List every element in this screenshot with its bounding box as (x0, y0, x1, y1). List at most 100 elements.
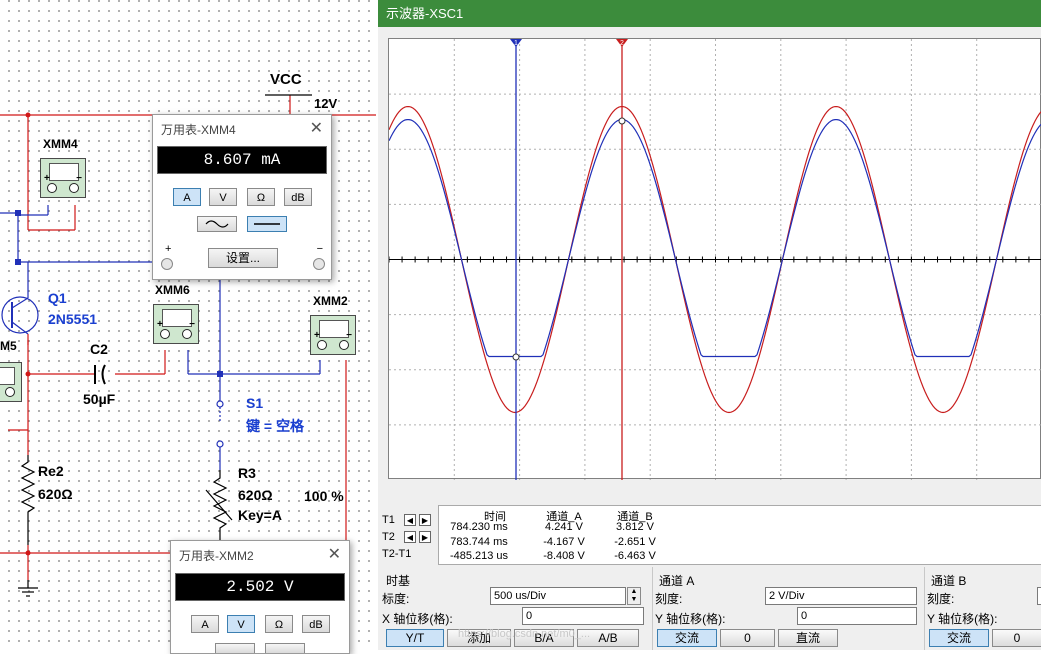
channel-a-ypos-input[interactable]: 0 (797, 607, 917, 625)
watermark-text: https://blog.csdn.net/m0_... (458, 628, 591, 640)
xmm5-meter-symbol[interactable] (0, 362, 22, 402)
mode-voltmeter-button[interactable]: V (209, 188, 237, 206)
terminal-icon (160, 329, 170, 339)
re2-name-label: Re2 (38, 463, 64, 479)
c2-value-label: 50µF (83, 391, 116, 407)
q1-name-label: Q1 (48, 290, 67, 306)
t2t1-time: -485.213 us (449, 550, 509, 562)
terminal-icon (47, 183, 57, 193)
oscilloscope-window[interactable]: 示波器-XSC1 1 2 T1 T2 T2-T1 ◀ ▶ ◀ ▶ 时间 通道_A… (378, 0, 1041, 650)
oscilloscope-screen[interactable]: 1 2 (388, 38, 1041, 480)
r3-name-label: R3 (238, 465, 256, 481)
r3-value-label: 620Ω (238, 487, 273, 503)
close-icon[interactable]: ✕ (310, 118, 323, 138)
t2-time: 783.744 ms (450, 536, 508, 548)
meter-display: 2.502 V (175, 573, 345, 601)
channel-a-zero-button[interactable]: 0 (720, 629, 775, 647)
vcc-label: VCC (270, 71, 302, 88)
t1-left-arrow-icon[interactable]: ◀ (404, 514, 416, 526)
channel-a-section: 通道 A 刻度: 2 V/Div Y 轴位移(格): 0 交流 0 直流 (652, 567, 923, 650)
re2-value-label: 620Ω (38, 486, 73, 502)
r3-percent-label: 100 % (304, 488, 344, 504)
channel-a-ac-button[interactable]: 交流 (657, 629, 717, 647)
channel-b-scale-input[interactable] (1037, 587, 1041, 605)
mode-ammeter-button[interactable]: A (191, 615, 219, 633)
t2t1-channel-b: -6.463 V (614, 550, 656, 562)
cursor-readout-panel: T1 T2 T2-T1 ◀ ▶ ◀ ▶ 时间 通道_A 通道_B 784.230… (378, 489, 1041, 567)
xmm4-meter-symbol[interactable]: + − (40, 158, 86, 198)
xmm6-meter-symbol[interactable]: + − (153, 304, 199, 344)
meter-gauge-icon (319, 320, 349, 338)
positive-terminal-label: + (165, 243, 172, 255)
channel-a-scale-label: 刻度: (655, 592, 683, 606)
t2t1-row-label: T2-T1 (382, 548, 412, 560)
t1-right-arrow-icon[interactable]: ▶ (419, 514, 431, 526)
terminal-icon (317, 340, 327, 350)
mode-ammeter-button[interactable]: A (173, 188, 201, 206)
xmm6-label: XMM6 (155, 283, 190, 297)
channel-b-scale-label: 刻度: (927, 592, 955, 606)
s1-key-label: 键 = 空格 (246, 418, 304, 434)
channel-b-zero-button[interactable]: 0 (992, 629, 1041, 647)
channel-b-ac-button[interactable]: 交流 (929, 629, 989, 647)
t1-channel-a: 4.241 V (545, 521, 583, 533)
meter-gauge-icon (0, 367, 15, 385)
yt-mode-button[interactable]: Y/T (386, 629, 444, 647)
timebase-scale-label: 标度: (382, 592, 410, 606)
q1-part-label: 2N5551 (48, 311, 98, 327)
oscilloscope-title-bar[interactable]: 示波器-XSC1 (378, 0, 1041, 27)
timebase-xpos-label: X 轴位移(格): (382, 612, 453, 626)
multimeter-xmm2-dialog[interactable]: 万用表-XMM2 ✕ 2.502 V A V Ω dB (170, 540, 350, 654)
t2t1-channel-a: -8.408 V (543, 550, 585, 562)
settings-button[interactable]: 设置... (208, 248, 278, 268)
dc-mode-button[interactable] (247, 216, 287, 232)
xmm4-label: XMM4 (43, 137, 78, 151)
channel-b-section: 通道 B 刻度: Y 轴位移(格): 交流 0 (924, 567, 1041, 650)
meter-gauge-icon (49, 163, 79, 181)
mode-db-button[interactable]: dB (284, 188, 312, 206)
terminal-icon (69, 183, 79, 193)
channel-a-ypos-label: Y 轴位移(格): (655, 612, 726, 626)
ac-mode-button[interactable] (197, 216, 237, 232)
mode-voltmeter-button[interactable]: V (227, 615, 255, 633)
channel-a-section-label: 通道 A (659, 574, 695, 588)
negative-terminal-icon[interactable] (313, 258, 325, 270)
sine-wave-icon (205, 220, 229, 228)
dialog-title: 万用表-XMM2 (179, 549, 254, 563)
c2-name-label: C2 (90, 341, 108, 357)
cursor-intersection-marker (618, 117, 626, 125)
channel-b-ypos-label: Y 轴位移(格): (927, 612, 998, 626)
xmm2-meter-symbol[interactable]: + − (310, 315, 356, 355)
meter-gauge-icon (162, 309, 192, 327)
timebase-scale-input[interactable]: 500 us/Div (490, 587, 626, 605)
multimeter-xmm4-dialog[interactable]: 万用表-XMM4 ✕ 8.607 mA A V Ω dB + − 设置... (152, 114, 332, 280)
t2-row-label: T2 (382, 531, 395, 543)
mode-ohmmeter-button[interactable]: Ω (247, 188, 275, 206)
negative-terminal-label: − (316, 243, 323, 255)
xmm5-partial-label: M5 (0, 339, 17, 353)
window-title: 示波器-XSC1 (386, 6, 464, 21)
timebase-scale-spinner-icon[interactable]: ▲ ▼ (627, 587, 641, 605)
cursor-t1-label: 1 (514, 40, 518, 47)
t2-channel-b: -2.651 V (614, 536, 656, 548)
terminal-icon (182, 329, 192, 339)
t1-channel-b: 3.812 V (616, 521, 654, 533)
timebase-xpos-input[interactable]: 0 (522, 607, 644, 625)
t1-row-label: T1 (382, 514, 395, 526)
close-icon[interactable]: ✕ (328, 544, 341, 564)
channel-a-scale-input[interactable]: 2 V/Div (765, 587, 917, 605)
positive-terminal-icon[interactable] (161, 258, 173, 270)
vcc-value-label: 12V (314, 96, 338, 111)
t2-left-arrow-icon[interactable]: ◀ (404, 531, 416, 543)
mode-db-button[interactable]: dB (302, 615, 330, 633)
waveform-display: 1 2 (389, 39, 1041, 480)
mode-ohmmeter-button[interactable]: Ω (265, 615, 293, 633)
ac-mode-button[interactable] (215, 643, 255, 653)
channel-b-section-label: 通道 B (931, 574, 967, 588)
dc-mode-button[interactable] (265, 643, 305, 653)
t1-time: 784.230 ms (450, 521, 508, 533)
s1-name-label: S1 (246, 395, 264, 411)
cursor-intersection-marker (512, 353, 520, 361)
t2-right-arrow-icon[interactable]: ▶ (419, 531, 431, 543)
channel-a-dc-button[interactable]: 直流 (778, 629, 838, 647)
